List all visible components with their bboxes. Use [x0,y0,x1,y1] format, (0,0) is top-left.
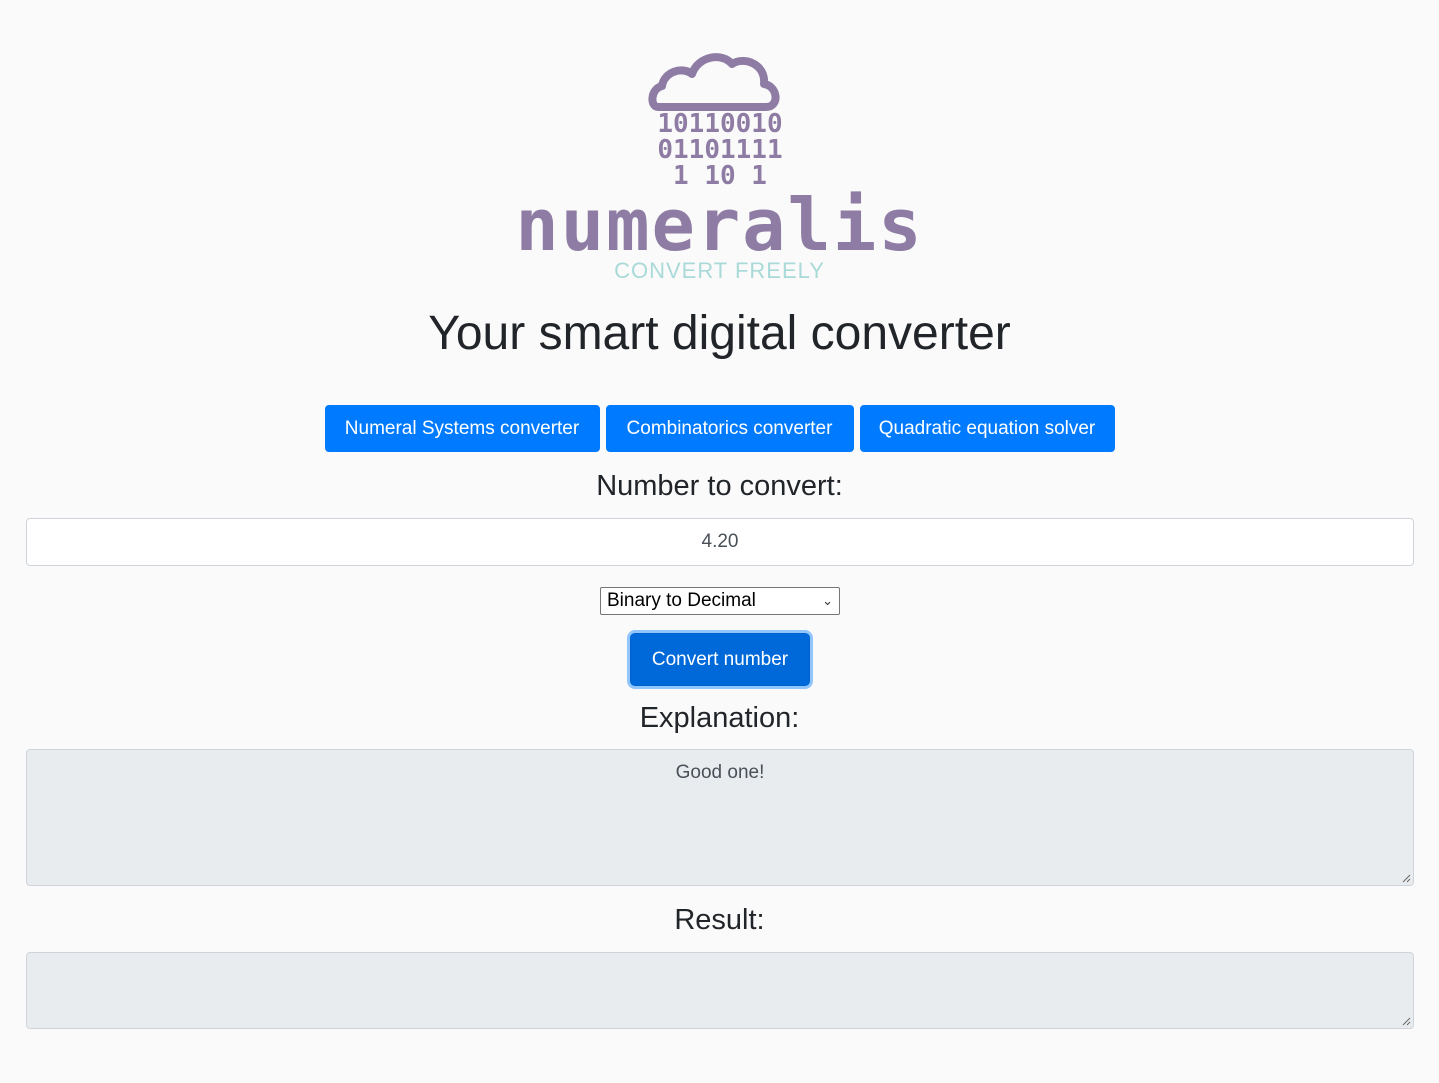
combinatorics-button[interactable]: Combinatorics converter [605,405,854,452]
convert-button[interactable]: Convert number [630,633,810,686]
site-logo: 10110010 01101111 1 10 1 numeralis CONVE… [0,40,1439,290]
explanation-label: Explanation: [639,702,800,734]
logo-tagline: CONVERT FREELY [614,258,825,283]
result-label: Result: [674,904,765,936]
chevron-down-icon: ⌄ [822,593,833,608]
quadratic-solver-button[interactable]: Quadratic equation solver [859,405,1115,452]
number-input[interactable] [26,518,1414,566]
page-title: Your smart digital converter [428,307,1011,360]
conversion-select-value: Binary to Decimal [607,590,756,611]
converter-nav: Numeral Systems converter Combinatorics … [0,405,1439,452]
cloud-binary-icon: 10110010 01101111 1 10 1 [648,53,783,191]
logo-wordmark: numeralis [515,183,924,267]
resize-grip-icon[interactable] [1401,1016,1411,1026]
number-label: Number to convert: [596,470,843,502]
result-textarea[interactable] [26,952,1414,1029]
numeral-systems-button[interactable]: Numeral Systems converter [324,405,600,452]
explanation-text: Good one! [675,762,765,783]
resize-grip-icon[interactable] [1401,873,1411,883]
conversion-select[interactable]: Binary to Decimal ⌄ [600,587,840,615]
explanation-textarea[interactable]: Good one! [26,749,1414,886]
